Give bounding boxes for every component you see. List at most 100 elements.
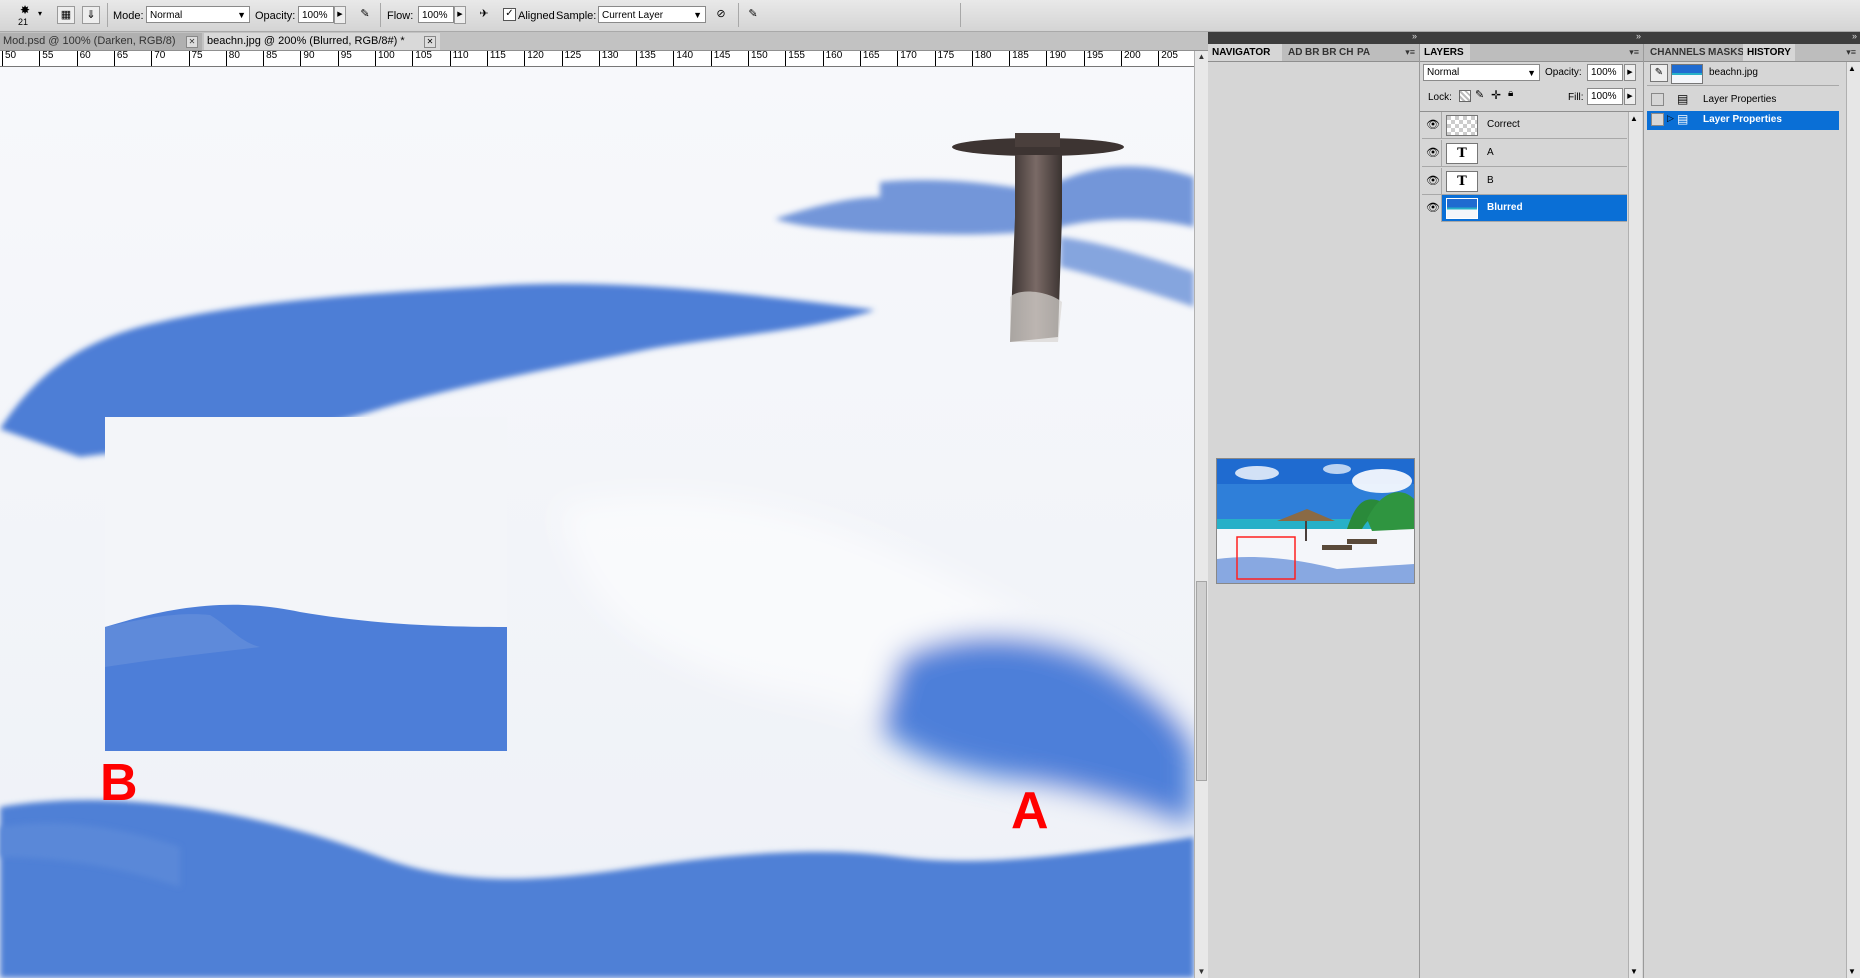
history-tab-bar: CHANNELS MASKS HISTORY ▾≡ <box>1644 44 1860 62</box>
visibility-eye-icon[interactable]: 👁︎ <box>1422 140 1442 167</box>
document-canvas[interactable]: B A <box>0 67 1194 978</box>
document-tab-mod[interactable]: Mod.psd @ 100% (Darken, RGB/8) ✕ <box>0 33 202 50</box>
ruler-tick-label: 145 <box>710 51 730 66</box>
airbrush-icon: ✈ <box>479 8 489 20</box>
toggle-clone-source-panel-button[interactable]: ⇓ <box>82 6 100 24</box>
collapse-icon[interactable]: » <box>1636 31 1641 41</box>
horizontal-ruler: 50 55 60 65 70 75 80 85 90 95 100 105 110 115 120 125 13… <box>0 51 1194 67</box>
aligned-checkbox[interactable]: ✓ <box>503 8 516 21</box>
ruler-tick-label: 105 <box>412 51 432 66</box>
flow-slider-button[interactable]: ▶ <box>454 6 466 24</box>
chevron-down-icon: ▼ <box>693 10 702 20</box>
ruler-tick-label: 195 <box>1083 51 1103 66</box>
flow-input[interactable]: 100% <box>418 6 454 23</box>
clone-source-icon: ⇓ <box>86 9 96 21</box>
toggle-brush-panel-button[interactable]: ▦ <box>57 6 75 24</box>
lock-position-icon[interactable]: ✛ <box>1491 88 1501 102</box>
history-panel: CHANNELS MASKS HISTORY ▾≡ ▲ ▼ <box>1644 44 1860 978</box>
scroll-up-icon[interactable]: ▲ <box>1630 114 1638 123</box>
visibility-eye-icon[interactable]: 👁︎ <box>1422 168 1442 195</box>
tab-paragraph[interactable]: PA <box>1353 44 1374 61</box>
canvas-vertical-scrollbar[interactable]: ▲ ▼ <box>1194 51 1208 978</box>
ruler-tick-label: 150 <box>748 51 768 66</box>
ruler-tick-label: 115 <box>486 51 506 66</box>
collapse-icon[interactable]: » <box>1852 31 1857 41</box>
pen-pressure-icon: ✎ <box>748 8 758 20</box>
brush-tip-icon: ✸ <box>20 3 31 17</box>
history-snapshot-row[interactable]: ✎ beachn.jpg <box>1647 62 1839 86</box>
scrollbar-thumb[interactable] <box>1196 581 1207 781</box>
chevron-down-icon: ▼ <box>237 10 246 20</box>
close-icon[interactable]: ✕ <box>424 36 436 48</box>
separator <box>960 3 961 27</box>
ruler-tick-label: 65 <box>113 51 128 66</box>
ruler-tick-label: 200 <box>1121 51 1141 66</box>
flow-label: Flow: <box>387 10 414 22</box>
ruler-tick-label: 160 <box>822 51 842 66</box>
mode-select[interactable]: Normal ▼ <box>146 6 250 23</box>
sample-select[interactable]: Current Layer ▼ <box>598 6 706 23</box>
ignore-adjustment-layers-button[interactable]: ⊘ <box>712 6 730 24</box>
collapse-icon[interactable]: » <box>1412 31 1417 41</box>
navigator-panel: NAVIGATOR AD BR BR CH PA ▾≡ <box>1208 44 1420 978</box>
blend-mode-select[interactable]: Normal ▼ <box>1423 64 1540 81</box>
history-state-current[interactable]: ▷ ▤ Layer Properties <box>1647 111 1839 130</box>
history-source-box[interactable] <box>1651 93 1664 106</box>
tablet-pressure-opacity-button[interactable]: ✎ <box>356 6 374 24</box>
ruler-tick-label: 175 <box>934 51 954 66</box>
lock-image-pixels-icon[interactable]: ✎ <box>1475 88 1484 101</box>
fill-slider-button[interactable]: ▶ <box>1624 88 1636 105</box>
layer-row-blurred[interactable]: 👁︎ Blurred <box>1422 195 1627 222</box>
scroll-up-icon[interactable]: ▲ <box>1195 51 1208 63</box>
sample-value: Current Layer <box>602 10 664 21</box>
navigator-tab-bar: NAVIGATOR AD BR BR CH PA ▾≡ <box>1208 44 1419 62</box>
document-tab-beachn[interactable]: beachn.jpg @ 200% (Blurred, RGB/8#) * ✕ <box>204 33 440 50</box>
ruler-tick-label: 55 <box>39 51 53 66</box>
layer-name: A <box>1487 147 1494 158</box>
visibility-eye-icon[interactable]: 👁︎ <box>1422 112 1442 139</box>
tab-layers[interactable]: LAYERS <box>1420 44 1470 61</box>
scroll-down-icon[interactable]: ▼ <box>1630 967 1638 976</box>
tab-channels[interactable]: CHANNELS <box>1646 44 1710 61</box>
triangle-right-icon: ▶ <box>457 11 463 18</box>
layers-panel-strip: » <box>1420 31 1644 44</box>
options-bar: ✸ 21 ▾ ▦ ⇓ Mode: Normal ▼ Opacity: 100% … <box>0 0 1860 32</box>
ruler-tick-label: 50 <box>2 51 16 66</box>
tab-history[interactable]: HISTORY <box>1743 44 1795 61</box>
lock-all-icon[interactable]: 🔒︎ <box>1508 88 1513 99</box>
layer-row-b[interactable]: 👁︎ T B <box>1422 168 1627 195</box>
layers-scrollbar[interactable]: ▲ ▼ <box>1628 112 1642 978</box>
fill-input[interactable]: 100% <box>1587 88 1623 105</box>
scroll-down-icon[interactable]: ▼ <box>1848 967 1856 976</box>
airbrush-button[interactable]: ✈ <box>475 6 493 24</box>
tab-navigator[interactable]: NAVIGATOR <box>1208 44 1282 61</box>
triangle-right-icon: ▶ <box>337 11 343 18</box>
history-brush-icon[interactable]: ✎ <box>1650 64 1668 82</box>
triangle-right-icon: ▶ <box>1627 69 1633 76</box>
lock-transparent-pixels-icon[interactable] <box>1459 90 1471 102</box>
navigator-preview[interactable] <box>1216 458 1415 584</box>
opacity-input[interactable]: 100% <box>298 6 334 23</box>
scroll-up-icon[interactable]: ▲ <box>1848 64 1856 73</box>
layer-opacity-slider-button[interactable]: ▶ <box>1624 64 1636 81</box>
history-state[interactable]: ▤ Layer Properties <box>1647 91 1839 110</box>
scroll-down-icon[interactable]: ▼ <box>1195 966 1208 978</box>
opacity-slider-button[interactable]: ▶ <box>334 6 346 24</box>
separator <box>107 3 108 27</box>
panel-menu-icon[interactable]: ▾≡ <box>1846 47 1856 58</box>
brush-preset-picker[interactable]: ✸ 21 ▾ <box>10 3 46 29</box>
history-source-box[interactable] <box>1651 113 1664 126</box>
close-icon[interactable]: ✕ <box>186 36 198 48</box>
ruler-tick-label: 135 <box>636 51 656 66</box>
tablet-pressure-size-button[interactable]: ✎ <box>744 6 762 24</box>
layer-row-correct[interactable]: 👁︎ Correct <box>1422 112 1627 139</box>
panel-menu-icon[interactable]: ▾≡ <box>1405 47 1415 58</box>
visibility-eye-icon[interactable]: 👁︎ <box>1422 195 1442 222</box>
panel-menu-icon[interactable]: ▾≡ <box>1629 47 1639 58</box>
history-scrollbar[interactable]: ▲ ▼ <box>1846 62 1860 978</box>
layer-opacity-value: 100% <box>1591 67 1617 78</box>
layer-opacity-input[interactable]: 100% <box>1587 64 1623 81</box>
blend-mode-value: Normal <box>1427 67 1460 78</box>
tab-masks[interactable]: MASKS <box>1704 44 1748 61</box>
layer-row-a[interactable]: 👁︎ T A <box>1422 140 1627 167</box>
